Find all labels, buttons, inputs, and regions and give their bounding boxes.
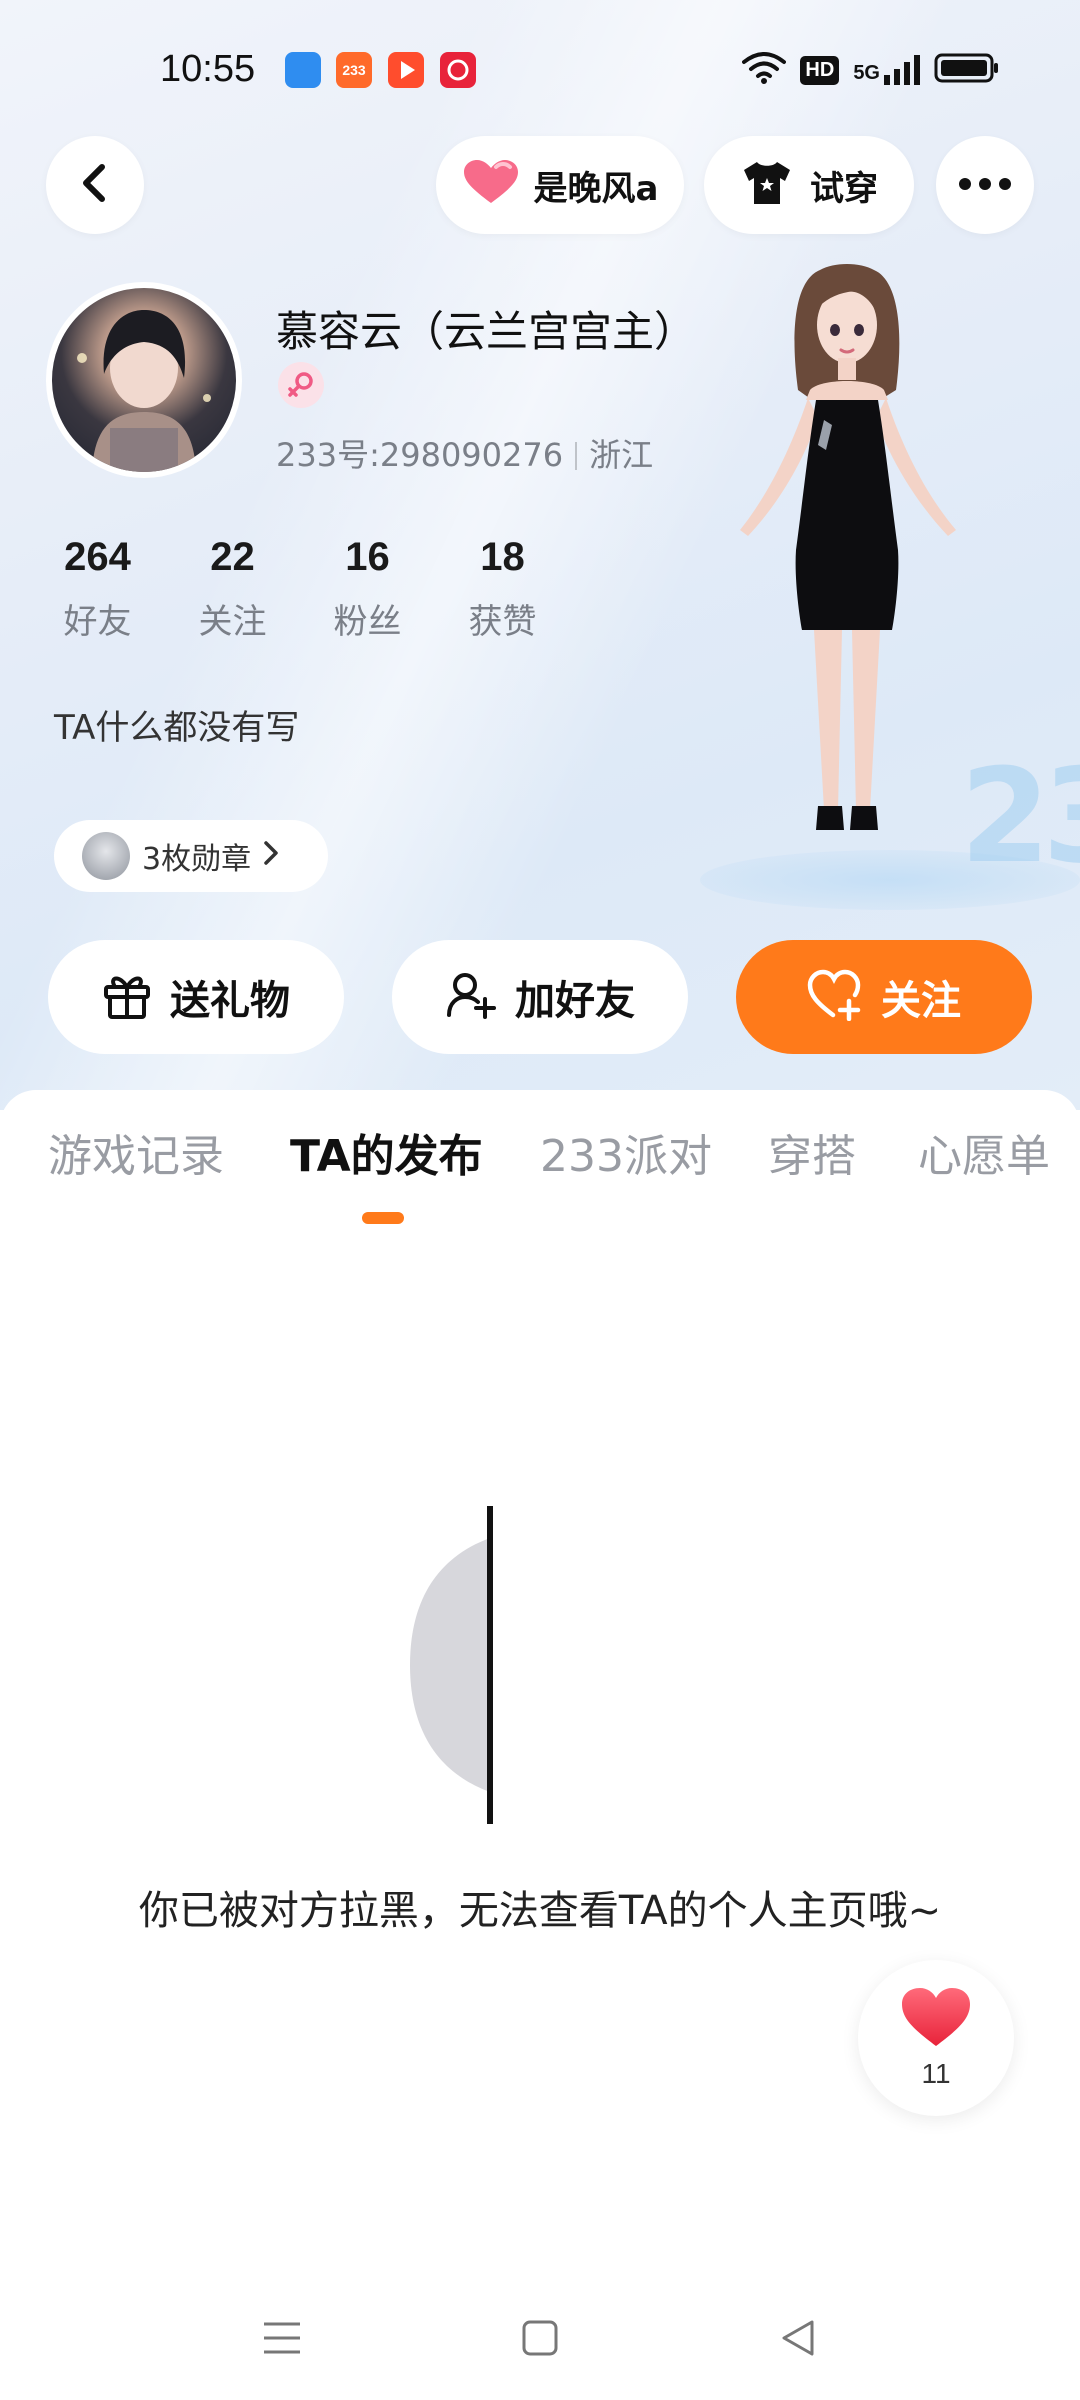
back-nav-icon[interactable]: [768, 2308, 828, 2368]
stats-row: 264 好友 22 关注 16 粉丝 18 获赞: [30, 535, 570, 643]
send-gift-label: 送礼物: [170, 978, 290, 1024]
more-button[interactable]: [936, 136, 1034, 234]
medals-button[interactable]: 3枚勋章: [54, 820, 328, 892]
tryon-button[interactable]: 试穿: [704, 136, 914, 234]
tab-233-party[interactable]: 233派对: [540, 1120, 712, 1184]
medals-label: 3枚勋章: [142, 842, 252, 877]
stat-value: 22: [210, 535, 255, 579]
heart-icon: [462, 159, 520, 211]
female-icon: [278, 362, 324, 408]
user-id-line: 233号:298090276 浙江: [276, 430, 653, 476]
stat-value: 18: [480, 535, 525, 579]
user-chip[interactable]: 是晚风a: [436, 136, 684, 234]
stat-value: 264: [64, 535, 131, 579]
stat-label: 粉丝: [333, 602, 402, 642]
like-fab[interactable]: 11: [858, 1960, 1014, 2116]
stat-friends[interactable]: 264 好友: [30, 535, 165, 643]
signal-icon: 5G: [853, 55, 920, 85]
add-friend-button[interactable]: 加好友: [392, 940, 688, 1054]
more-icon: [958, 176, 1012, 195]
user-chip-label: 是晚风a: [533, 168, 659, 209]
chevron-right-icon: [263, 839, 279, 874]
hd-badge: HD: [800, 55, 840, 85]
menu-icon[interactable]: [252, 2308, 312, 2368]
avatar-3d-character[interactable]: [720, 250, 980, 870]
divider: [575, 442, 578, 470]
stat-label: 好友: [63, 602, 132, 642]
stat-label: 获赞: [468, 602, 537, 642]
stat-value: 16: [345, 535, 390, 579]
nickname: 慕容云（云兰宫宫主）: [276, 307, 697, 356]
home-icon[interactable]: [510, 2308, 570, 2368]
add-user-icon: [445, 969, 497, 1025]
stat-likes[interactable]: 18 获赞: [435, 535, 570, 643]
app-icon-233: 233: [336, 52, 372, 88]
battery-icon: [934, 52, 1000, 88]
tab-indicator: [362, 1212, 404, 1224]
blocked-illustration: [410, 1500, 530, 1830]
stat-fans[interactable]: 16 粉丝: [300, 535, 435, 643]
video-icon: [388, 52, 424, 88]
network-type: 5G: [853, 62, 880, 84]
chevron-left-icon: [78, 163, 112, 207]
follow-button[interactable]: 关注: [736, 940, 1032, 1054]
blocked-message: 你已被对方拉黑，无法查看TA的个人主页哦~: [138, 1888, 942, 1934]
location: 浙江: [589, 436, 654, 474]
tab-posts[interactable]: TA的发布: [290, 1120, 483, 1184]
tryon-label: 试穿: [810, 168, 878, 209]
app-icon-red: [440, 52, 476, 88]
heart-plus-icon: [807, 969, 863, 1025]
back-button[interactable]: [46, 136, 144, 234]
content-panel: [0, 1090, 1080, 2400]
follow-label: 关注: [881, 978, 961, 1024]
status-bar: 10:55 233 HD 5G: [0, 0, 1080, 140]
user-id: 233号:298090276: [276, 436, 564, 474]
system-navigation-bar: [0, 2280, 1080, 2390]
send-gift-button[interactable]: 送礼物: [48, 940, 344, 1054]
wifi-icon: [742, 51, 787, 89]
tab-wishlist[interactable]: 心愿单: [918, 1120, 1050, 1184]
gift-icon: [102, 969, 152, 1025]
stat-following[interactable]: 22 关注: [165, 535, 300, 643]
heart-icon: [900, 1986, 972, 2054]
medal-icon: [82, 832, 130, 880]
bio: TA什么都没有写: [54, 708, 300, 748]
add-friend-label: 加好友: [515, 978, 635, 1024]
avatar[interactable]: [46, 282, 242, 478]
tab-outfits[interactable]: 穿搭: [768, 1120, 856, 1184]
app-icon-blue: [285, 52, 321, 88]
tab-game-records[interactable]: 游戏记录: [48, 1120, 224, 1184]
status-time: 10:55: [160, 48, 256, 90]
like-count: 11: [921, 2058, 951, 2089]
tshirt-icon: [740, 160, 794, 210]
stat-label: 关注: [198, 602, 267, 642]
profile-tabs: 游戏记录 TA的发布 233派对 穿搭 心愿单: [0, 1120, 1080, 1200]
